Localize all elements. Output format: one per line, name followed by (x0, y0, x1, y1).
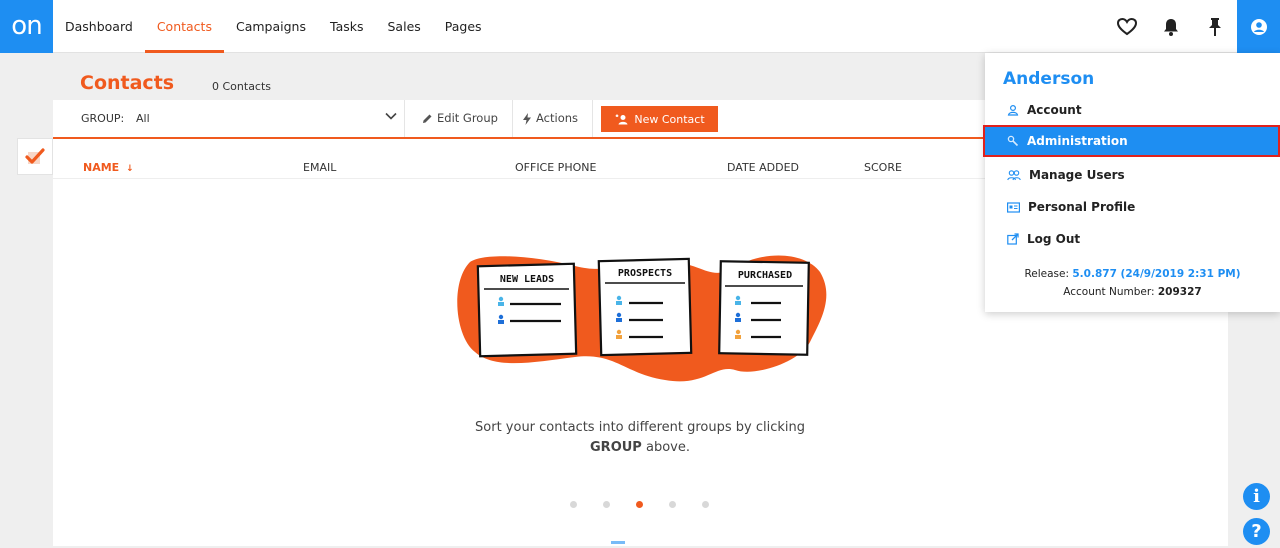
carousel-dot[interactable] (669, 501, 676, 508)
menu-item-account-label: Account (1027, 103, 1082, 117)
menu-item-account[interactable]: Account (985, 94, 1280, 126)
nav-dashboard[interactable]: Dashboard (53, 0, 145, 53)
groups-illustration: NEW LEADS PROSPECTS PURCHASED (457, 255, 827, 382)
account-number-label: Account Number: (1063, 286, 1155, 298)
nav-sales[interactable]: Sales (376, 0, 433, 53)
top-navigation-bar: on Dashboard Contacts Campaigns Tasks Sa… (0, 0, 1280, 62)
release-value[interactable]: 5.0.877 (24/9/2019 2:31 PM) (1072, 268, 1240, 280)
menu-item-personal-profile-label: Personal Profile (1028, 200, 1136, 214)
user-name: Anderson (1003, 69, 1095, 89)
card-prospects: PROSPECTS (597, 257, 693, 357)
brand-logo[interactable]: on (0, 0, 53, 53)
new-contact-label: New Contact (634, 112, 705, 126)
release-info: Release: 5.0.877 (24/9/2019 2:31 PM) (985, 268, 1280, 280)
column-header-date-added[interactable]: DATE ADDED (727, 161, 799, 174)
bell-icon[interactable] (1151, 0, 1191, 53)
column-name-label: NAME (83, 161, 120, 174)
empty-state-bold: GROUP (590, 440, 642, 455)
empty-state-line-2: GROUP above. (440, 438, 840, 458)
id-card-icon (1007, 201, 1020, 213)
user-outline-icon (1007, 104, 1019, 116)
menu-item-administration-label: Administration (1027, 134, 1128, 148)
actions-button[interactable]: Actions (508, 100, 594, 137)
wrench-icon (1007, 135, 1019, 147)
menu-item-manage-users[interactable]: Manage Users (985, 159, 1280, 191)
users-icon (1007, 170, 1021, 181)
info-icon[interactable]: i (1243, 483, 1270, 510)
logout-icon (1007, 233, 1019, 245)
add-user-icon (616, 114, 628, 124)
empty-state-line: Sort your contacts into different groups… (475, 420, 805, 435)
card-purchased-title: PURCHASED (738, 270, 792, 281)
user-icon (1250, 18, 1267, 35)
menu-item-manage-users-label: Manage Users (1029, 168, 1125, 182)
checkmark-icon (25, 147, 45, 164)
nav-contacts[interactable]: Contacts (144, 0, 225, 53)
contact-count: 0 Contacts (212, 80, 272, 93)
new-contact-button[interactable]: New Contact (601, 106, 718, 132)
column-header-name[interactable]: NAME ↓ (83, 161, 134, 174)
card-purchased: PURCHASED (718, 260, 810, 356)
group-select[interactable]: GROUP: All (53, 100, 405, 137)
chevron-down-icon (385, 112, 397, 120)
menu-item-log-out[interactable]: Log Out (985, 223, 1280, 255)
column-header-score[interactable]: SCORE (864, 161, 902, 174)
account-number-info: Account Number: 209327 (985, 286, 1280, 298)
account-number-value: 209327 (1157, 286, 1202, 298)
empty-state-message: Sort your contacts into different groups… (440, 418, 840, 458)
empty-state-suffix: above. (641, 440, 690, 455)
column-header-office-phone[interactable]: OFFICE PHONE (515, 161, 596, 174)
carousel-dot[interactable] (702, 501, 709, 508)
group-label: GROUP: (81, 112, 125, 125)
carousel-dots (570, 501, 709, 508)
card-prospects-title: PROSPECTS (618, 268, 672, 279)
carousel-dot-active[interactable] (636, 501, 643, 508)
card-new-leads: NEW LEADS (476, 262, 578, 358)
main-nav: Dashboard Contacts Campaigns Tasks Sales… (53, 0, 494, 53)
pin-icon[interactable] (1195, 0, 1235, 53)
user-dropdown-menu: Anderson Account Administration Manage U… (983, 53, 1280, 312)
group-value: All (136, 112, 150, 125)
actions-label: Actions (536, 111, 579, 125)
menu-item-log-out-label: Log Out (1027, 232, 1081, 246)
release-label: Release: (1024, 268, 1070, 280)
page-title: Contacts (80, 72, 175, 94)
carousel-dot[interactable] (570, 501, 577, 508)
sort-arrow-icon: ↓ (126, 164, 134, 174)
select-all-toggle[interactable] (17, 138, 53, 175)
nav-campaigns[interactable]: Campaigns (224, 0, 318, 53)
column-header-email[interactable]: EMAIL (303, 161, 336, 174)
carousel-dot[interactable] (603, 501, 610, 508)
edit-group-label: Edit Group (437, 111, 498, 125)
tab-indicator (611, 541, 625, 544)
menu-item-administration[interactable]: Administration (983, 125, 1280, 157)
lightning-icon (523, 112, 531, 125)
edit-group-button[interactable]: Edit Group (408, 100, 513, 137)
nav-pages[interactable]: Pages (433, 0, 494, 53)
menu-item-personal-profile[interactable]: Personal Profile (985, 191, 1280, 223)
nav-tasks[interactable]: Tasks (318, 0, 376, 53)
heart-icon[interactable] (1107, 0, 1147, 53)
pencil-icon (423, 114, 432, 123)
user-menu-button[interactable] (1237, 0, 1280, 62)
question-icon[interactable]: ? (1243, 518, 1270, 545)
card-new-leads-title: NEW LEADS (500, 274, 554, 285)
